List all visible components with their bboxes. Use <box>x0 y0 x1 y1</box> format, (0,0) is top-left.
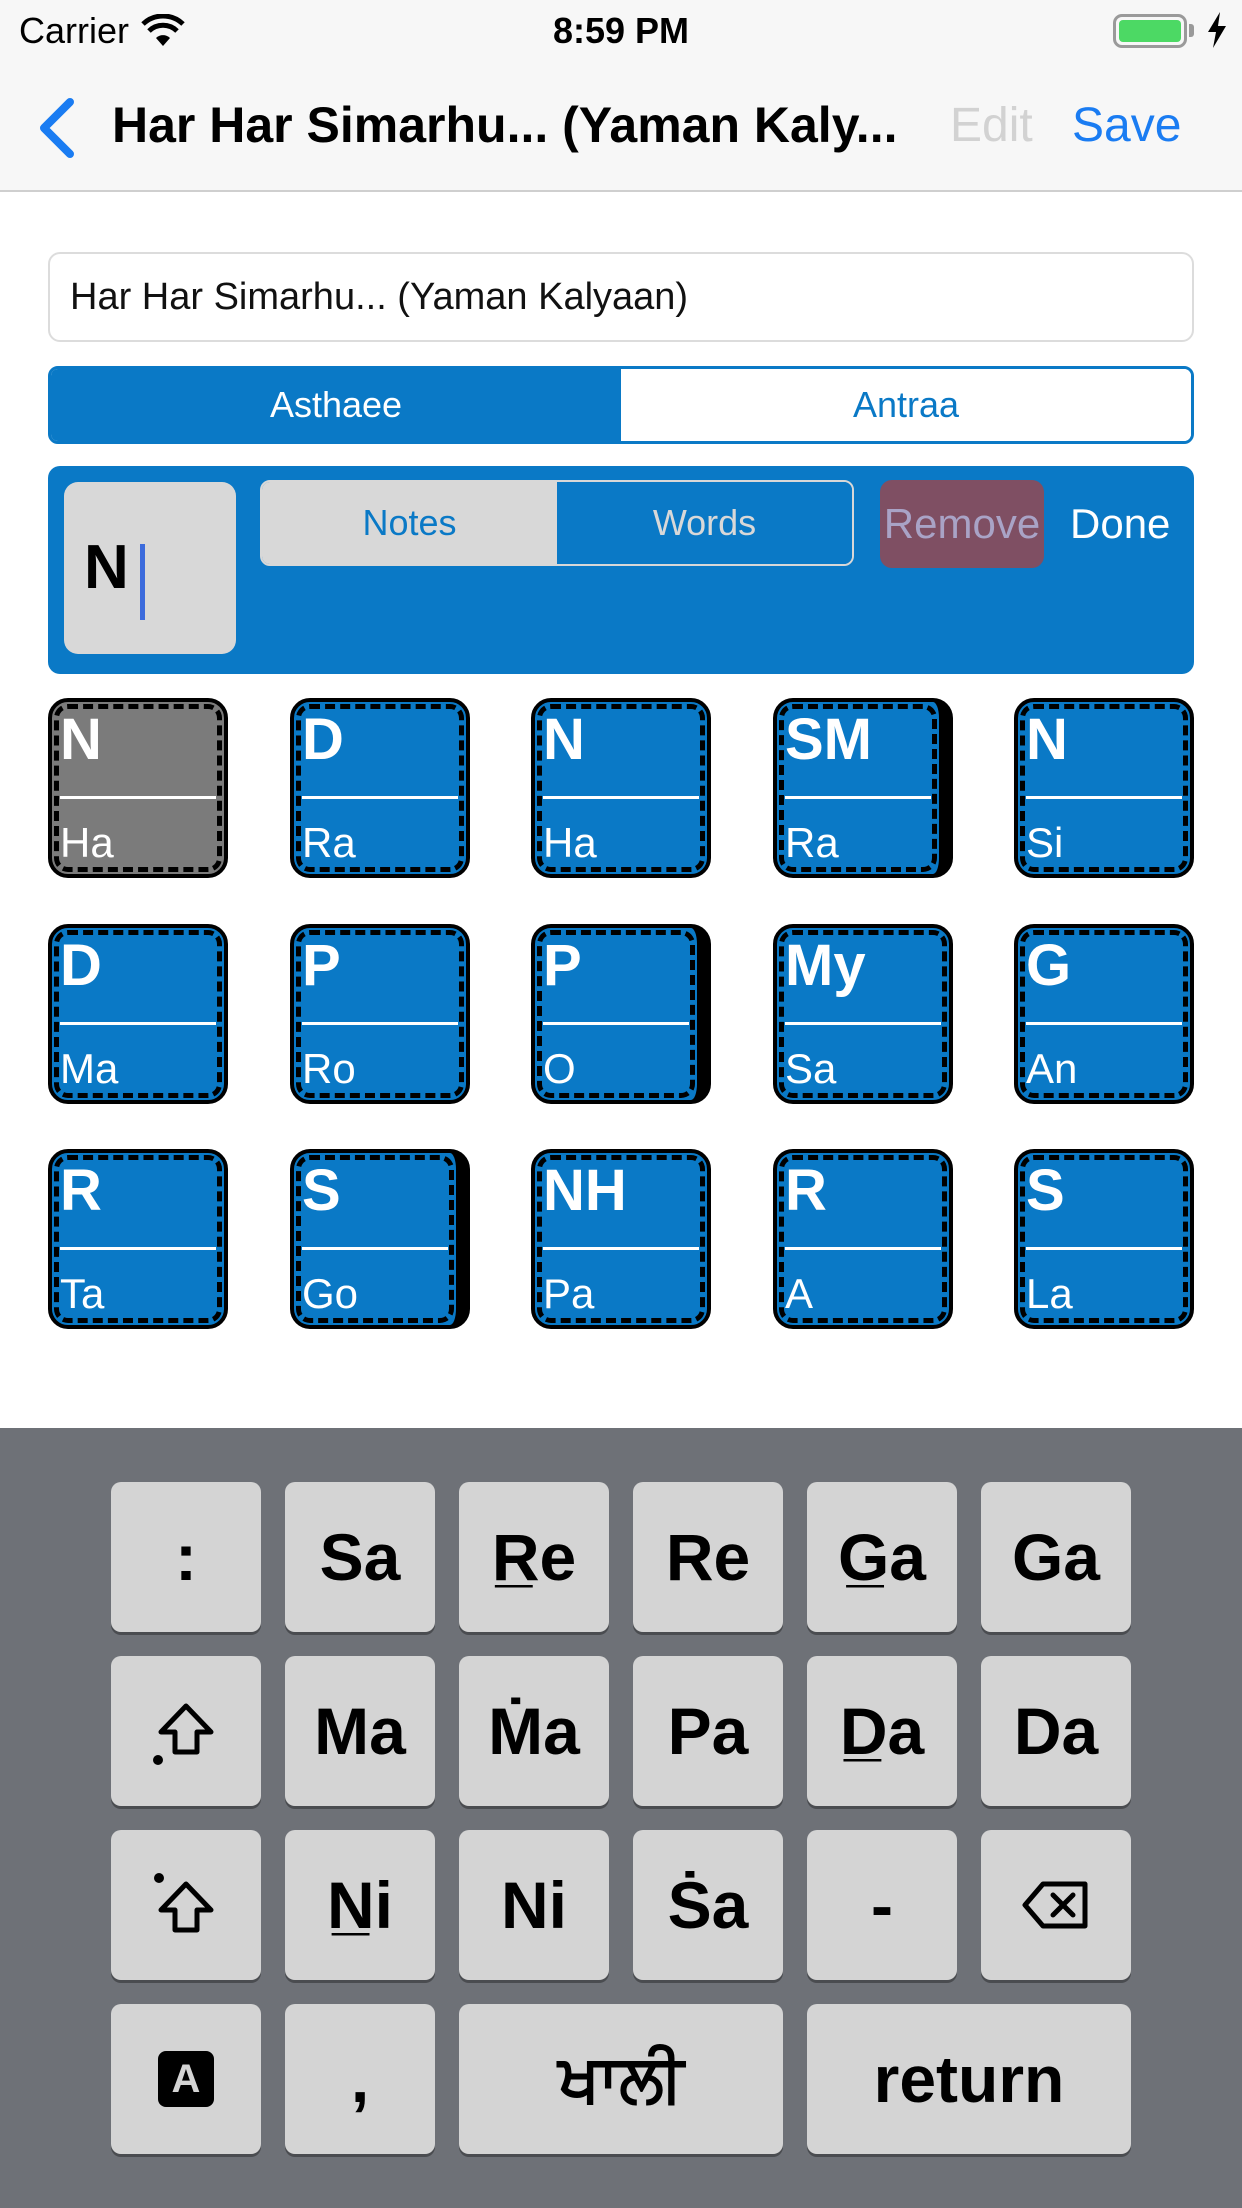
cell-word: An <box>1026 1045 1078 1092</box>
cell-word: Ta <box>60 1270 105 1317</box>
note-cell[interactable]: My Sa <box>773 924 953 1104</box>
cell-word: O <box>543 1045 576 1092</box>
cell-word: Si <box>1026 819 1064 866</box>
note-cell[interactable]: P Ro <box>290 924 470 1104</box>
note-cell[interactable]: G An <box>1014 924 1194 1104</box>
cell-note: G <box>1026 933 1072 998</box>
battery-tip <box>1189 24 1194 37</box>
section-segmented-control: Asthaee Antraa <box>48 366 1194 444</box>
key-da[interactable]: Da <box>981 1656 1131 1806</box>
cell-note: S <box>1026 1158 1065 1223</box>
tab-antraa[interactable]: Antraa <box>621 369 1191 441</box>
cell-note: D <box>60 933 102 998</box>
note-cell[interactable]: S Go <box>290 1149 470 1329</box>
cell-word: A <box>785 1270 814 1317</box>
note-cell[interactable]: N Ha <box>531 698 711 878</box>
page-title: Har Har Simarhu... (Yaman Kaly... <box>112 97 898 153</box>
note-cell[interactable]: SM Ra <box>773 698 953 878</box>
note-cell[interactable]: D Ra <box>290 698 470 878</box>
cell-word: Ro <box>302 1045 356 1092</box>
key-re[interactable]: Re <box>633 1482 783 1632</box>
cell-word: Pa <box>543 1270 595 1317</box>
cell-word: Ma <box>60 1045 119 1092</box>
charging-bolt-icon <box>1208 12 1226 48</box>
key-komal-ga[interactable]: G̲a <box>807 1482 957 1632</box>
cell-word: Ha <box>60 819 114 866</box>
cell-note: My <box>785 933 866 998</box>
cell-note: R <box>785 1158 827 1223</box>
battery-icon <box>1113 14 1187 48</box>
keyboard-switch-icon: A <box>158 2051 214 2107</box>
key-komal-ni[interactable]: N̲i <box>285 1830 435 1980</box>
note-cell[interactable]: D Ma <box>48 924 228 1104</box>
remove-button[interactable]: Remove <box>880 480 1044 568</box>
status-bar: Carrier 8:59 PM <box>0 0 1242 60</box>
key-return[interactable]: return <box>807 2004 1131 2154</box>
swar-keyboard: : Sa R̲e Re G̲a Ga Ma Ṁa Pa D̲a Da N̲i N… <box>0 1428 1242 2208</box>
key-pa[interactable]: Pa <box>633 1656 783 1806</box>
status-time: 8:59 PM <box>552 10 690 51</box>
key-sa[interactable]: Sa <box>285 1482 435 1632</box>
cell-word: La <box>1026 1270 1073 1317</box>
note-editor-panel: N Notes Words Remove Done <box>48 466 1194 674</box>
back-chevron-icon[interactable] <box>32 96 82 160</box>
tab-notes[interactable]: Notes <box>262 482 557 564</box>
key-tivra-ma[interactable]: Ṁa <box>459 1656 609 1806</box>
key-shift-lower[interactable] <box>111 1656 261 1806</box>
edit-button[interactable]: Edit <box>950 98 1033 153</box>
navigation-bar: Har Har Simarhu... (Yaman Kaly... Edit S… <box>0 60 1242 192</box>
key-comma[interactable]: , <box>285 2004 435 2154</box>
cell-word: Go <box>302 1270 359 1317</box>
note-input-value: N <box>84 533 129 602</box>
cell-note: P <box>302 933 341 998</box>
done-button[interactable]: Done <box>1070 500 1170 548</box>
cell-note: S <box>302 1158 341 1223</box>
cell-note: N <box>543 707 585 772</box>
note-cell[interactable]: N Ha <box>48 698 228 878</box>
note-cell[interactable]: RA <box>773 1149 953 1329</box>
key-keyboard-switch[interactable]: A <box>111 2004 261 2154</box>
cell-note: N <box>60 707 102 772</box>
cell-word: Ra <box>302 819 356 866</box>
key-ma[interactable]: Ma <box>285 1656 435 1806</box>
cell-note: D <box>302 707 344 772</box>
key-backspace[interactable] <box>981 1830 1131 1980</box>
key-space[interactable]: ਖਾਲੀ <box>459 2004 783 2154</box>
shift-upper-octave-icon <box>154 1873 214 1933</box>
cell-word: Ha <box>543 819 597 866</box>
key-dash[interactable]: - <box>807 1830 957 1980</box>
composition-title-field[interactable] <box>48 252 1194 342</box>
mode-segmented-control: Notes Words <box>260 480 854 566</box>
note-cell[interactable]: PO <box>531 924 711 1104</box>
key-shift-upper[interactable] <box>111 1830 261 1980</box>
cell-note: N <box>1026 707 1068 772</box>
cell-note: SM <box>785 707 872 772</box>
cell-note: NH <box>543 1158 627 1223</box>
key-colon[interactable]: : <box>111 1482 261 1632</box>
tab-words[interactable]: Words <box>557 482 852 564</box>
cell-note: R <box>60 1158 102 1223</box>
cell-note: P <box>543 933 582 998</box>
cell-word: Ra <box>785 819 839 866</box>
note-cell[interactable]: R Ta <box>48 1149 228 1329</box>
note-input-field[interactable]: N <box>64 482 236 654</box>
key-ni[interactable]: Ni <box>459 1830 609 1980</box>
text-caret <box>140 544 145 620</box>
key-ga[interactable]: Ga <box>981 1482 1131 1632</box>
note-cell[interactable]: N Si <box>1014 698 1194 878</box>
cell-word: Sa <box>785 1045 837 1092</box>
key-upper-sa[interactable]: Ṡa <box>633 1830 783 1980</box>
backspace-icon <box>1022 1881 1088 1929</box>
key-komal-da[interactable]: D̲a <box>807 1656 957 1806</box>
key-komal-re[interactable]: R̲e <box>459 1482 609 1632</box>
note-cell[interactable]: S La <box>1014 1149 1194 1329</box>
note-cell[interactable]: NH Pa <box>531 1149 711 1329</box>
save-button[interactable]: Save <box>1072 98 1181 153</box>
shift-lower-octave-icon <box>153 1703 214 1765</box>
tab-asthaee[interactable]: Asthaee <box>51 369 621 441</box>
